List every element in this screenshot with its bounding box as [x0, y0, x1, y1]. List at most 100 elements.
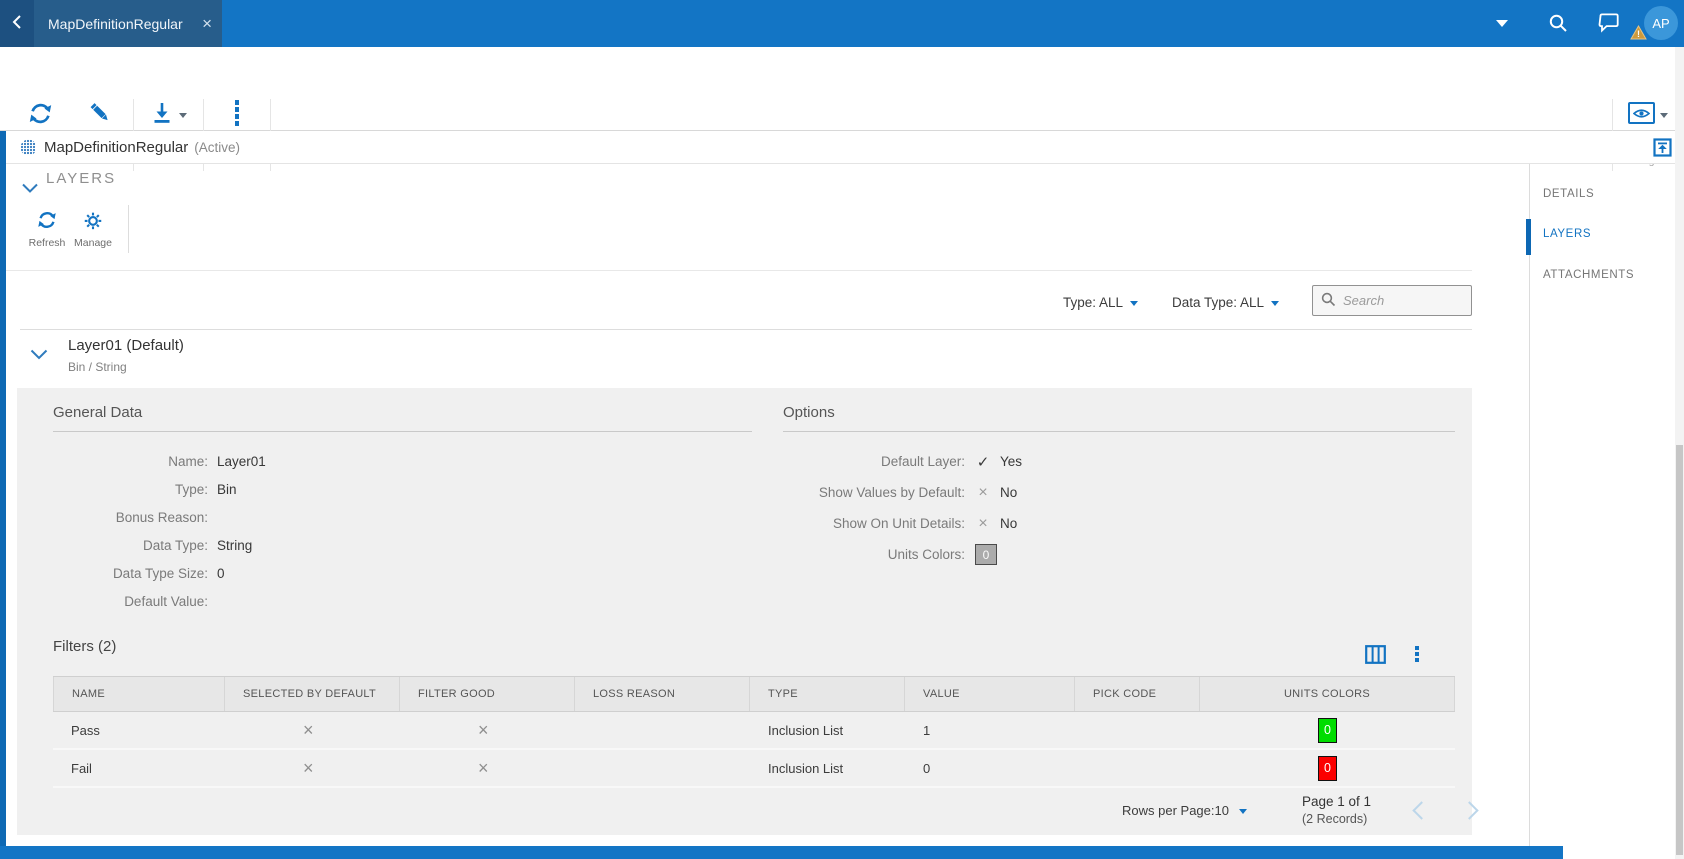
options-title: Options [783, 404, 1455, 432]
top-bar: MapDefinitionRegular × AP ! [0, 0, 1684, 47]
table-cell: × [400, 712, 575, 748]
field-row: Show On Unit Details:×No [577, 508, 1277, 539]
layers-manage-button[interactable]: Manage [70, 206, 116, 254]
general-data-fields: Name:Layer01Type:BinBonus Reason:Data Ty… [53, 447, 573, 615]
field-row: Data Type Size:0 [53, 559, 573, 587]
field-label: Data Type Size: [53, 566, 208, 581]
type-filter-dropdown[interactable]: Type: ALL [1063, 295, 1138, 310]
page-number: Page 1 of 1 [1302, 793, 1371, 811]
field-row: Data Type:String [53, 531, 573, 559]
search-input[interactable] [1343, 293, 1458, 308]
refresh-icon [27, 97, 54, 129]
bottom-accent-bar [0, 846, 1563, 859]
gear-icon [82, 206, 104, 234]
action-button-label: Refresh [29, 237, 66, 249]
kebab-menu-icon[interactable] [1415, 646, 1419, 662]
back-button[interactable] [0, 0, 34, 47]
field-value: Layer01 [217, 454, 266, 469]
chevron-down-icon [1660, 113, 1668, 118]
status-badge: (Active) [194, 140, 240, 155]
record-count: (2 Records) [1302, 811, 1371, 828]
refresh-icon [36, 206, 58, 234]
collapse-chevron-icon[interactable] [30, 348, 48, 363]
field-value: Bin [217, 482, 237, 497]
tab-details[interactable]: DETAILS [1543, 188, 1673, 206]
column-options-icon[interactable] [1365, 645, 1386, 667]
page-info: Page 1 of 1 (2 Records) [1302, 793, 1371, 828]
column-header[interactable]: TYPE [750, 677, 905, 711]
tab-mapdefinitionregular[interactable]: MapDefinitionRegular × [34, 0, 222, 47]
filters-table-body: Pass××Inclusion List10Fail××Inclusion Li… [53, 712, 1455, 788]
field-label: Data Type: [53, 538, 208, 553]
toolbar: Refresh Edit [0, 47, 1684, 131]
table-row[interactable]: Fail××Inclusion List00 [53, 750, 1455, 788]
column-header[interactable]: PICK CODE [1075, 677, 1200, 711]
field-label: Default Value: [53, 594, 208, 609]
previous-page-icon[interactable] [1412, 801, 1430, 819]
rows-per-page-label: Rows per Page:10 [1122, 803, 1229, 818]
column-header[interactable]: NAME [53, 677, 225, 711]
check-mark-icon: ✓ [975, 453, 991, 471]
layer-title[interactable]: Layer01 (Default) [68, 337, 184, 354]
rows-per-page-dropdown[interactable]: Rows per Page:10 [1122, 803, 1247, 818]
chevron-down-icon [179, 113, 187, 118]
table-footer: Rows per Page:10 Page 1 of 1 (2 Records) [17, 788, 1472, 835]
units-color-badge: 0 [1318, 718, 1337, 743]
app-window: MapDefinitionRegular × AP ! [0, 0, 1684, 859]
x-mark-icon: × [975, 515, 991, 533]
actions-separator [128, 205, 129, 253]
field-label: Name: [53, 454, 208, 469]
units-colors-badge[interactable]: 0 [975, 544, 997, 565]
search-icon [1321, 292, 1336, 310]
entity-globe-icon [20, 139, 37, 159]
tab-layers[interactable]: LAYERS [1543, 228, 1673, 246]
field-label: Show On Unit Details: [577, 516, 965, 531]
chevron-down-icon [1271, 301, 1279, 306]
table-cell: Inclusion List [750, 750, 905, 786]
table-cell: × [225, 750, 400, 786]
tab-attachments[interactable]: ATTACHMENTS [1543, 269, 1673, 287]
column-header[interactable]: SELECTED BY DEFAULT [225, 677, 400, 711]
expand-panel-icon[interactable] [1653, 138, 1672, 160]
record-header: MapDefinitionRegular(Active) [0, 131, 1684, 164]
field-row: Default Value: [53, 587, 573, 615]
column-header[interactable]: VALUE [905, 677, 1075, 711]
close-icon[interactable]: × [202, 15, 212, 32]
collapse-chevron-icon[interactable] [22, 181, 38, 196]
table-cell: 0 [905, 750, 1075, 786]
page-title: MapDefinitionRegular(Active) [44, 139, 240, 156]
table-cell: × [225, 712, 400, 748]
filters-table-header: NAMESELECTED BY DEFAULTFILTER GOODLOSS R… [53, 676, 1455, 712]
x-mark-icon: × [975, 484, 991, 502]
column-header[interactable]: LOSS REASON [575, 677, 750, 711]
scrollbar-thumb[interactable] [1676, 445, 1683, 855]
eye-icon [1628, 102, 1655, 124]
layers-refresh-button[interactable]: Refresh [24, 206, 70, 254]
units-color-badge: 0 [1318, 756, 1337, 781]
search-icon[interactable] [1548, 13, 1569, 37]
type-filter-label: Type: ALL [1063, 295, 1123, 310]
feedback-bubble-icon[interactable] [1598, 13, 1620, 37]
chevron-down-icon [1130, 301, 1138, 306]
more-icon [235, 97, 240, 129]
table-cell: 1 [905, 712, 1075, 748]
general-data-title: General Data [53, 404, 752, 432]
table-cell: × [400, 750, 575, 786]
filters-table: NAMESELECTED BY DEFAULTFILTER GOODLOSS R… [53, 676, 1455, 788]
table-row[interactable]: Pass××Inclusion List10 [53, 712, 1455, 750]
section-title-layers: LAYERS [46, 170, 116, 187]
layer-detail-panel: General Data Options Name:Layer01Type:Bi… [17, 388, 1472, 835]
data-type-filter-dropdown[interactable]: Data Type: ALL [1172, 295, 1279, 310]
table-cell: Inclusion List [750, 712, 905, 748]
field-row: Bonus Reason: [53, 503, 573, 531]
chevron-left-icon [12, 14, 22, 33]
column-header[interactable]: UNITS COLORS [1200, 677, 1455, 711]
next-page-icon[interactable] [1460, 801, 1478, 819]
avatar[interactable]: AP [1644, 6, 1678, 40]
field-label: Bonus Reason: [53, 510, 208, 525]
tab-strip: MapDefinitionRegular × [0, 0, 222, 47]
options-fields: Default Layer:✓YesShow Values by Default… [577, 446, 1277, 570]
column-header[interactable]: FILTER GOOD [400, 677, 575, 711]
chevron-down-icon[interactable] [1496, 20, 1508, 27]
field-label: Units Colors: [577, 547, 965, 562]
